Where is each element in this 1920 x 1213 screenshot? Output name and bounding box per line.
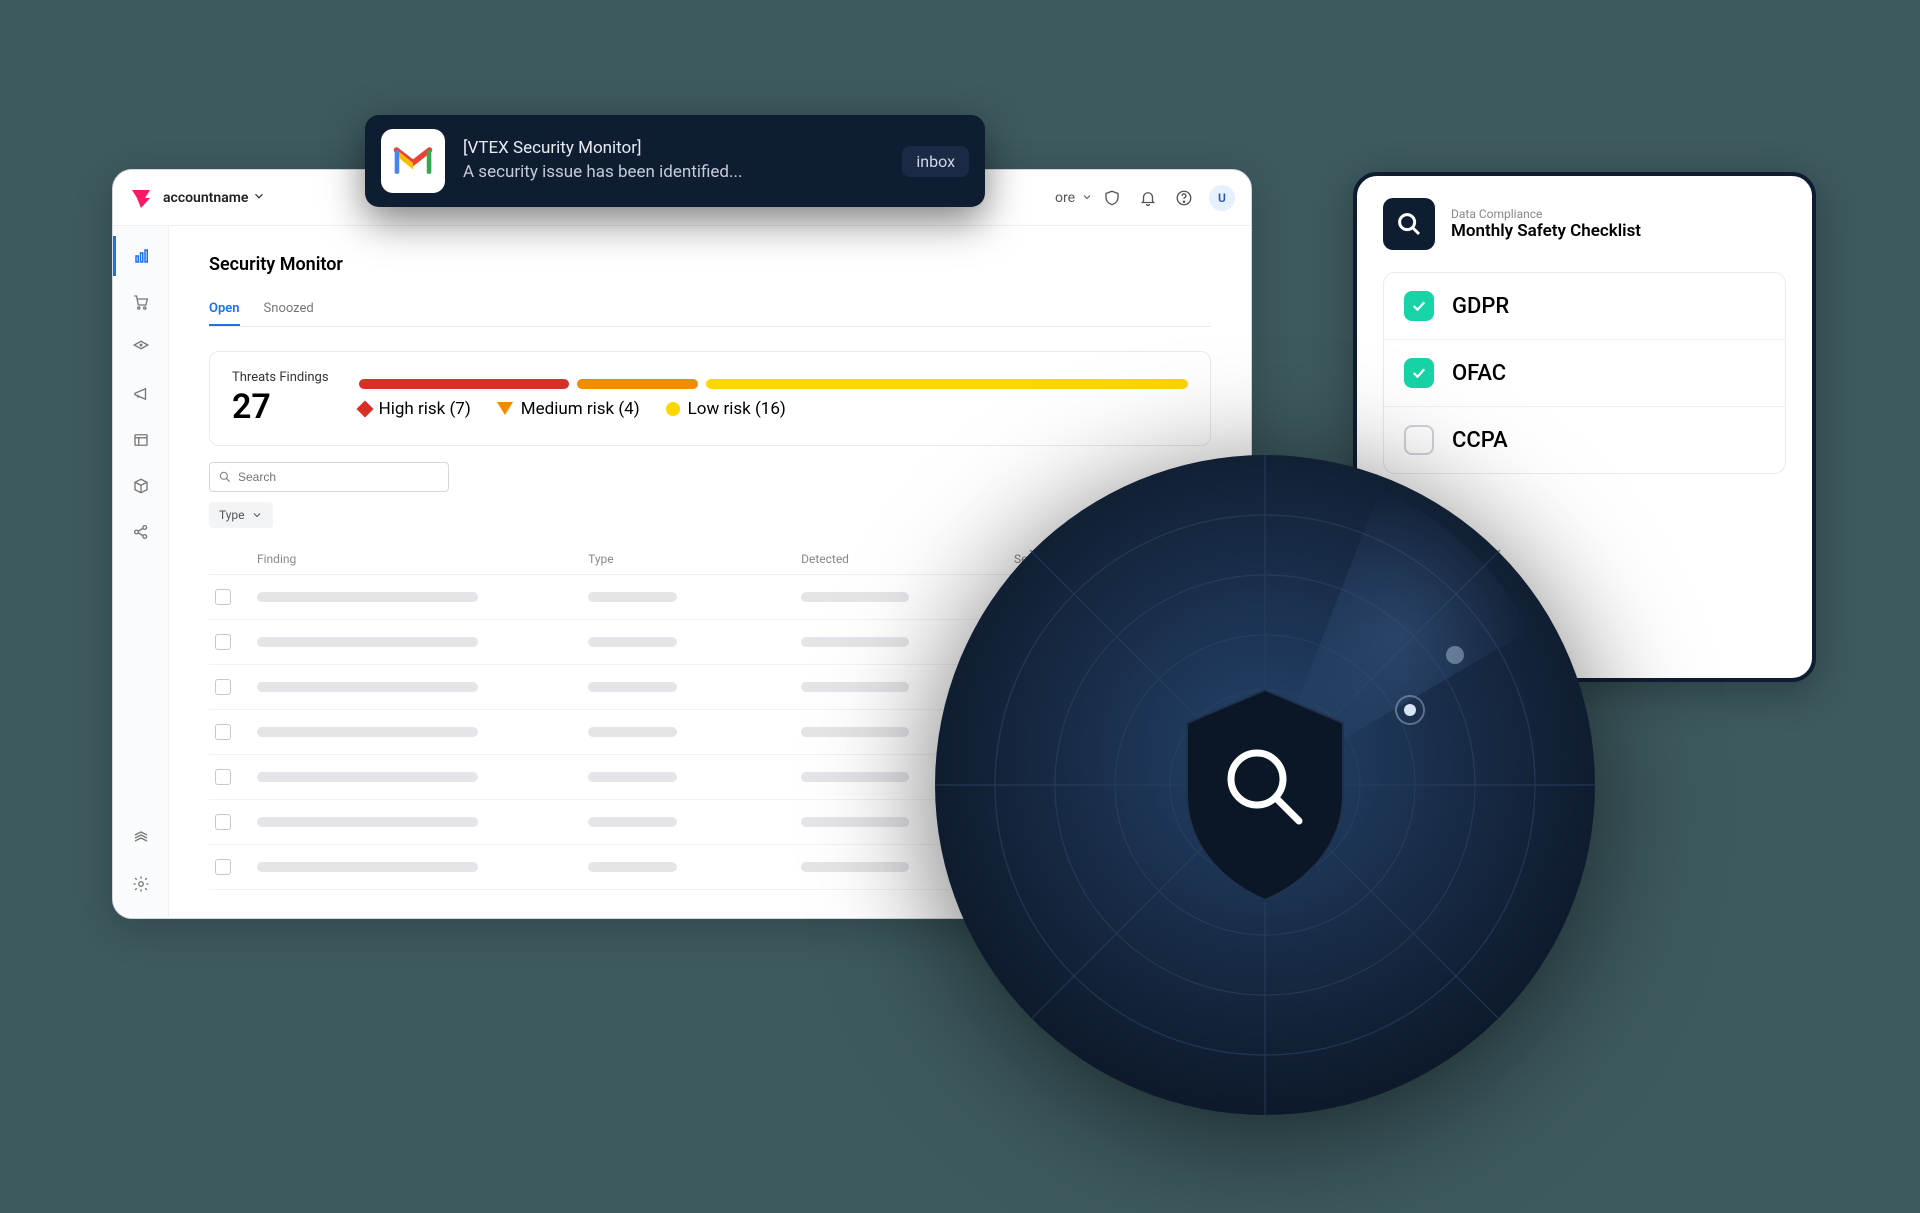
- skeleton-cell: [801, 592, 909, 602]
- threats-count: 27: [232, 387, 329, 427]
- email-notification[interactable]: [VTEX Security Monitor] A security issue…: [365, 115, 985, 207]
- search-input[interactable]: [238, 470, 440, 484]
- threats-label: Threats Findings: [232, 370, 329, 385]
- skeleton-cell: [257, 727, 478, 737]
- skeleton-cell: [588, 592, 677, 602]
- tab-snoozed[interactable]: Snoozed: [264, 293, 314, 326]
- checklist-item-label: CCPA: [1452, 428, 1508, 453]
- chevron-down-icon: [1081, 188, 1093, 207]
- chevron-down-icon[interactable]: [252, 188, 266, 207]
- check-icon: [1404, 291, 1434, 321]
- skeleton-cell: [257, 772, 478, 782]
- checklist-title: Monthly Safety Checklist: [1451, 221, 1641, 241]
- col-type: Type: [588, 552, 785, 566]
- skeleton-cell: [588, 727, 677, 737]
- checklist-item-ofac[interactable]: OFAC: [1384, 340, 1785, 407]
- skeleton-cell: [801, 772, 909, 782]
- legend-medium-risk: Medium risk (4): [497, 399, 640, 419]
- sidebar-item-orders[interactable]: [121, 282, 161, 322]
- check-icon: [1404, 358, 1434, 388]
- checklist-item-label: OFAC: [1452, 361, 1506, 386]
- sidebar-item-storefront[interactable]: [121, 420, 161, 460]
- search-icon: [218, 470, 232, 484]
- skeleton-cell: [257, 817, 478, 827]
- row-checkbox[interactable]: [215, 769, 231, 785]
- tabs: Open Snoozed: [209, 293, 1211, 327]
- triangle-down-icon: [497, 402, 513, 415]
- avatar[interactable]: U: [1209, 185, 1235, 211]
- row-checkbox[interactable]: [215, 724, 231, 740]
- page-title: Security Monitor: [209, 254, 1211, 275]
- row-checkbox[interactable]: [215, 859, 231, 875]
- shield-icon[interactable]: [1095, 181, 1129, 215]
- risk-bar-high: [359, 379, 570, 389]
- type-filter[interactable]: Type: [209, 502, 273, 528]
- search-input-wrapper[interactable]: [209, 462, 449, 492]
- sidebar-item-catalog[interactable]: [121, 328, 161, 368]
- skeleton-cell: [257, 592, 478, 602]
- checklist-category: Data Compliance: [1451, 207, 1641, 221]
- store-link[interactable]: ore: [1055, 190, 1075, 206]
- sidebar-item-settings[interactable]: [121, 864, 161, 904]
- threats-findings-card: Threats Findings 27 High risk (7): [209, 351, 1211, 446]
- skeleton-cell: [588, 862, 677, 872]
- sidebar: [113, 226, 169, 918]
- radar-graphic: [930, 450, 1600, 1120]
- legend-high-risk: High risk (7): [359, 399, 471, 419]
- gmail-icon: [381, 129, 445, 193]
- checklist-item-label: GDPR: [1452, 294, 1509, 319]
- skeleton-cell: [257, 637, 478, 647]
- bell-icon[interactable]: [1131, 181, 1165, 215]
- skeleton-cell: [257, 862, 478, 872]
- risk-bar-medium: [577, 379, 698, 389]
- skeleton-cell: [801, 637, 909, 647]
- sidebar-item-marketplace[interactable]: [121, 512, 161, 552]
- legend-low-risk: Low risk (16): [666, 399, 786, 419]
- risk-bar-low: [706, 379, 1188, 389]
- sidebar-item-dashboard[interactable]: [113, 236, 169, 276]
- col-finding: Finding: [257, 552, 572, 566]
- skeleton-cell: [588, 637, 677, 647]
- row-checkbox[interactable]: [215, 814, 231, 830]
- help-icon[interactable]: [1167, 181, 1201, 215]
- circle-icon: [666, 402, 680, 416]
- checklist-item-gdpr[interactable]: GDPR: [1384, 273, 1785, 340]
- notification-title: [VTEX Security Monitor]: [463, 137, 884, 161]
- skeleton-cell: [588, 682, 677, 692]
- chevron-down-icon: [251, 509, 263, 521]
- skeleton-cell: [588, 817, 677, 827]
- skeleton-cell: [801, 727, 909, 737]
- row-checkbox[interactable]: [215, 679, 231, 695]
- skeleton-cell: [801, 817, 909, 827]
- account-name[interactable]: accountname: [163, 190, 248, 206]
- skeleton-cell: [257, 682, 478, 692]
- skeleton-cell: [588, 772, 677, 782]
- search-icon: [1383, 198, 1435, 250]
- notification-badge: inbox: [902, 146, 969, 177]
- notification-body: A security issue has been identified...: [463, 161, 884, 185]
- vtex-logo-icon: [129, 186, 153, 210]
- diamond-icon: [356, 400, 373, 417]
- row-checkbox[interactable]: [215, 634, 231, 650]
- tab-open[interactable]: Open: [209, 293, 240, 326]
- risk-bar: [359, 379, 1188, 389]
- skeleton-cell: [801, 682, 909, 692]
- sidebar-item-shipping[interactable]: [121, 466, 161, 506]
- sidebar-item-promotions[interactable]: [121, 374, 161, 414]
- row-checkbox[interactable]: [215, 589, 231, 605]
- checklist-items: GDPR OFAC CCPA: [1383, 272, 1786, 474]
- skeleton-cell: [801, 862, 909, 872]
- sidebar-item-apps[interactable]: [121, 818, 161, 858]
